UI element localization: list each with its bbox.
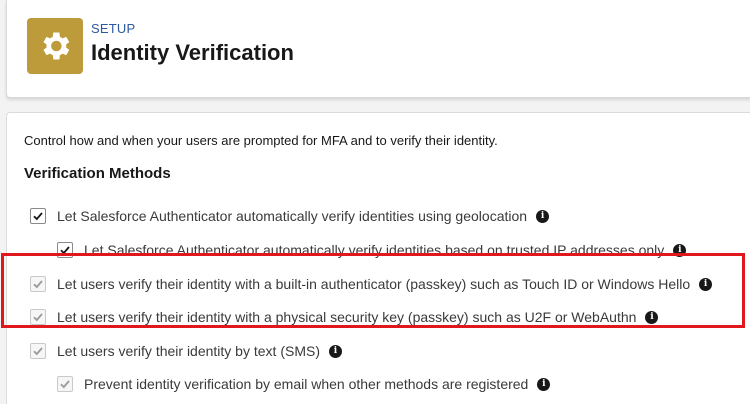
check-icon — [33, 347, 43, 356]
option-prevent-email: Prevent identity verification by email w… — [57, 376, 551, 392]
option-label: Let users verify their identity by text … — [57, 343, 320, 359]
info-icon[interactable]: i — [537, 377, 551, 391]
sms-checkbox[interactable] — [30, 343, 46, 359]
geolocation-checkbox[interactable] — [30, 208, 46, 224]
gear-icon — [27, 18, 83, 74]
prevent-email-checkbox[interactable] — [57, 376, 73, 392]
section-title: Verification Methods — [24, 165, 171, 182]
intro-text: Control how and when your users are prom… — [24, 133, 498, 148]
info-icon[interactable]: i — [536, 209, 550, 223]
option-label: Let Salesforce Authenticator automatical… — [57, 208, 528, 224]
breadcrumb[interactable]: SETUP — [91, 21, 135, 36]
info-icon[interactable]: i — [328, 344, 342, 358]
option-label: Prevent identity verification by email w… — [84, 376, 529, 392]
check-icon — [60, 380, 70, 389]
option-sms: Let users verify their identity by text … — [30, 343, 342, 359]
page-header: SETUP Identity Verification — [6, 0, 750, 98]
check-icon — [33, 212, 43, 221]
page-title: Identity Verification — [91, 40, 294, 65]
option-geolocation: Let Salesforce Authenticator automatical… — [30, 208, 550, 224]
highlight-box — [1, 253, 745, 328]
